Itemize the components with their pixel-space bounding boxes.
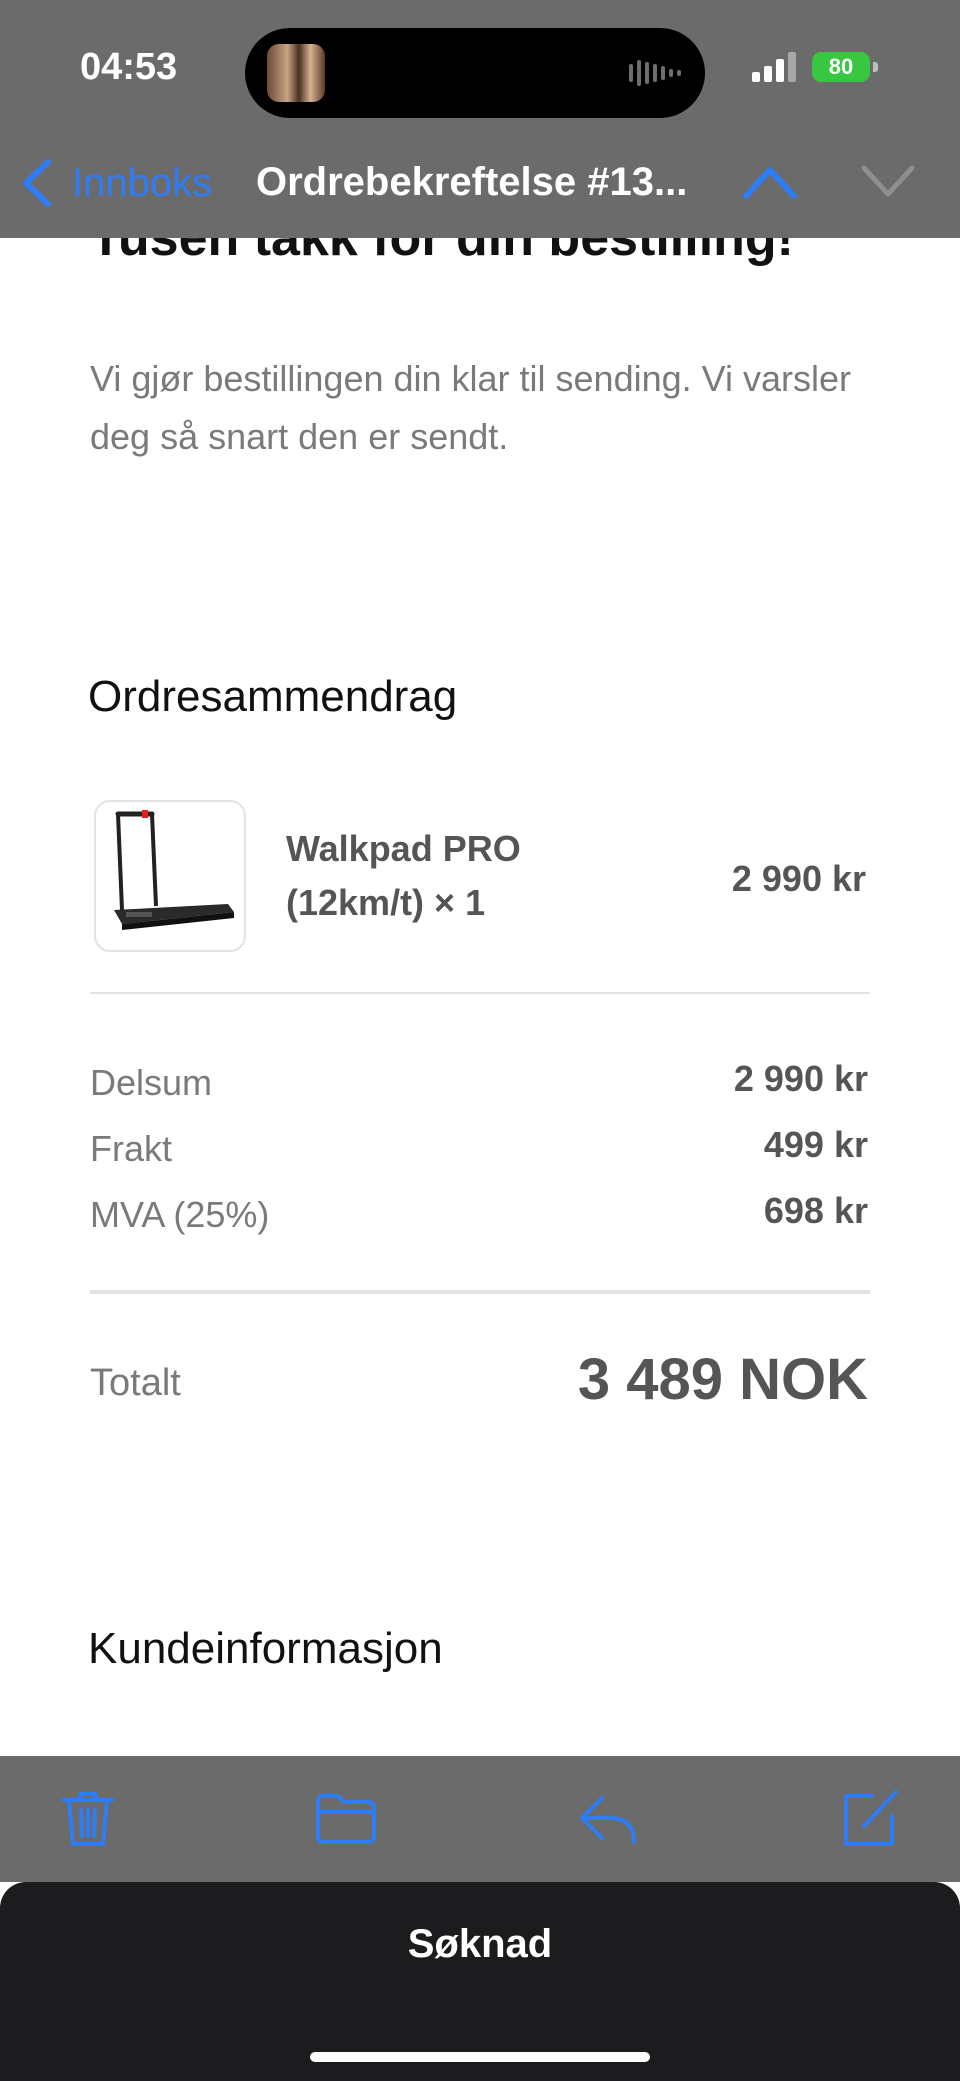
sheet-title: Søknad (407, 1922, 553, 1966)
total-label: Totalt (90, 1362, 181, 1404)
vat-label: MVA (25%) (90, 1194, 270, 1235)
treadmill-icon (114, 810, 234, 930)
vat-value: 698 kr (763, 1190, 868, 1231)
product-name: Walkpad PRO (12km/t) × 1 (286, 828, 521, 923)
subtotal-value: 2 990 kr (733, 1058, 868, 1099)
compose-icon[interactable] (838, 1786, 902, 1850)
now-playing-artwork (267, 44, 325, 102)
product-image (94, 800, 246, 952)
divider (90, 1290, 870, 1294)
product-price: 2 990 kr (731, 858, 866, 899)
battery-icon: 80 (812, 52, 878, 82)
order-summary-title: Ordresammendrag (88, 672, 458, 721)
nav-title: Ordrebekreftelse #13... (256, 160, 688, 204)
total-value: 3 489 NOK (577, 1347, 868, 1412)
intro-text: Vi gjør bestillingen din klar til sendin… (90, 358, 852, 457)
customer-info-title: Kundeinformasjon (88, 1624, 443, 1673)
audio-waveform-icon (629, 60, 681, 86)
back-label: Innboks (72, 160, 213, 205)
subtotal-label: Delsum (90, 1062, 213, 1103)
chevron-up-icon[interactable] (740, 162, 800, 202)
top-bar: 04:53 80 Innboks Ordrebekreftelse #13... (0, 0, 960, 238)
reply-icon[interactable] (576, 1786, 640, 1850)
status-indicators: 80 (752, 52, 878, 82)
back-button[interactable]: Innboks (20, 158, 212, 208)
dynamic-island[interactable] (245, 28, 705, 118)
cellular-signal-icon (752, 52, 796, 82)
bottom-toolbar (0, 1756, 960, 1882)
bottom-sheet[interactable]: Søknad (0, 1882, 960, 2081)
status-time: 04:53 (80, 46, 178, 88)
battery-level: 80 (828, 54, 854, 79)
trash-icon[interactable] (56, 1786, 120, 1850)
folder-icon[interactable] (314, 1786, 378, 1850)
chevron-down-icon[interactable] (858, 162, 918, 202)
divider (90, 992, 870, 994)
shipping-label: Frakt (90, 1128, 173, 1169)
shipping-value: 499 kr (763, 1124, 868, 1165)
chevron-left-icon (23, 159, 51, 207)
home-indicator[interactable] (310, 2052, 650, 2062)
